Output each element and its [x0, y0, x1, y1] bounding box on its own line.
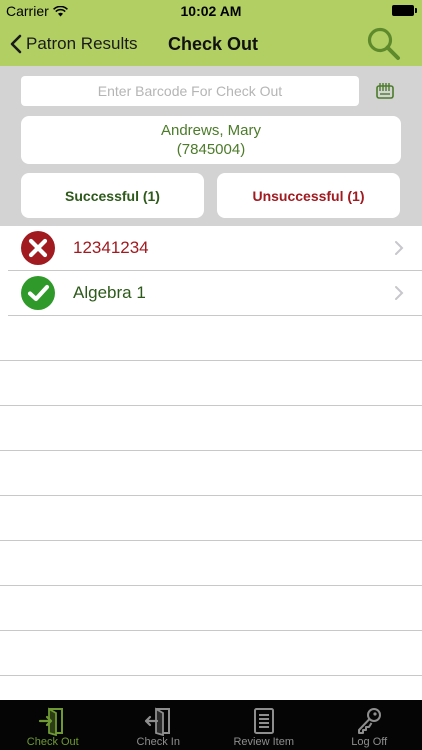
empty-row	[0, 406, 422, 451]
tab-label: Log Off	[351, 736, 388, 748]
navigation-bar: Patron Results Check Out	[0, 22, 422, 66]
error-x-icon	[21, 231, 55, 265]
checkout-results-list: 12341234 Algebra 1	[0, 226, 422, 316]
empty-row	[0, 541, 422, 586]
empty-row	[0, 631, 422, 676]
empty-row	[0, 361, 422, 406]
tab-bar: Check Out Check In Review Item Log Off	[0, 700, 422, 750]
back-button[interactable]: Patron Results	[10, 30, 138, 58]
search-button[interactable]	[366, 26, 402, 62]
tab-check-in[interactable]: Check In	[106, 700, 212, 750]
tab-label: Check Out	[26, 736, 79, 748]
unsuccessful-filter-button[interactable]: Unsuccessful (1)	[217, 173, 400, 218]
tab-review-item[interactable]: Review Item	[211, 700, 317, 750]
chevron-left-icon	[10, 34, 22, 54]
tab-label: Check In	[136, 736, 180, 748]
tab-check-out[interactable]: Check Out	[0, 700, 106, 750]
scanner-icon	[376, 83, 394, 99]
barcode-input[interactable]	[21, 76, 359, 106]
list-item[interactable]: Algebra 1	[8, 271, 422, 316]
empty-row	[0, 316, 422, 361]
empty-row	[0, 496, 422, 541]
empty-row	[0, 586, 422, 631]
patron-id: (7845004)	[176, 141, 246, 158]
checkout-form: Andrews, Mary (7845004) Successful (1) U…	[0, 66, 422, 226]
patron-name: Andrews, Mary	[160, 122, 262, 139]
empty-row	[0, 451, 422, 496]
search-icon	[367, 27, 400, 60]
tab-label: Review Item	[233, 736, 295, 748]
clock: 10:02 AM	[180, 3, 242, 19]
check-out-icon	[38, 707, 63, 736]
chevron-right-icon	[395, 241, 404, 255]
success-check-icon	[21, 276, 55, 310]
patron-card: Andrews, Mary (7845004)	[21, 116, 401, 164]
item-label: Algebra 1	[73, 283, 146, 302]
review-item-icon	[253, 708, 274, 734]
back-label: Patron Results	[26, 34, 138, 53]
list-item[interactable]: 12341234	[8, 226, 422, 271]
successful-filter-button[interactable]: Successful (1)	[21, 173, 204, 218]
empty-list-rows	[0, 316, 422, 676]
status-bar: Carrier 10:02 AM	[0, 0, 422, 22]
item-label: 12341234	[73, 238, 149, 257]
check-in-icon	[145, 707, 171, 736]
tab-log-off[interactable]: Log Off	[317, 700, 422, 750]
page-title: Check Out	[168, 34, 259, 54]
battery-icon	[392, 5, 417, 16]
chevron-right-icon	[395, 286, 404, 300]
key-icon	[358, 708, 382, 734]
barcode-scan-button[interactable]	[374, 80, 396, 102]
